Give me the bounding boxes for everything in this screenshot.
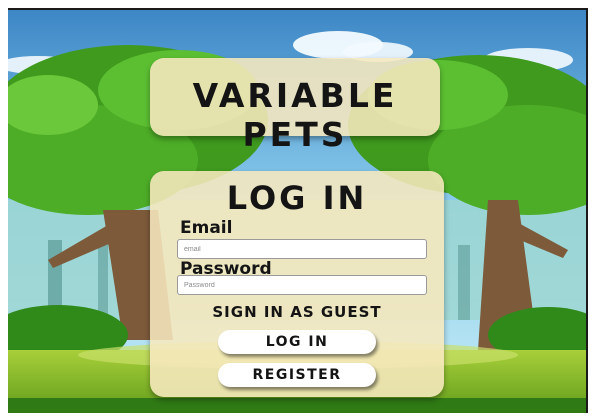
password-field[interactable] [177, 275, 427, 295]
app-title: VARIABLE PETS [192, 76, 398, 154]
email-label: Email [180, 218, 233, 238]
login-heading: LOG IN [226, 179, 368, 217]
email-field[interactable] [177, 239, 427, 259]
app-window: VARIABLE PETS LOG IN Email Password SIGN… [8, 8, 588, 413]
sign-in-as-guest-link[interactable]: SIGN IN AS GUEST [8, 303, 586, 321]
title-panel: VARIABLE PETS [150, 58, 440, 154]
login-button[interactable]: LOG IN [218, 330, 376, 354]
register-button[interactable]: REGISTER [218, 363, 376, 387]
